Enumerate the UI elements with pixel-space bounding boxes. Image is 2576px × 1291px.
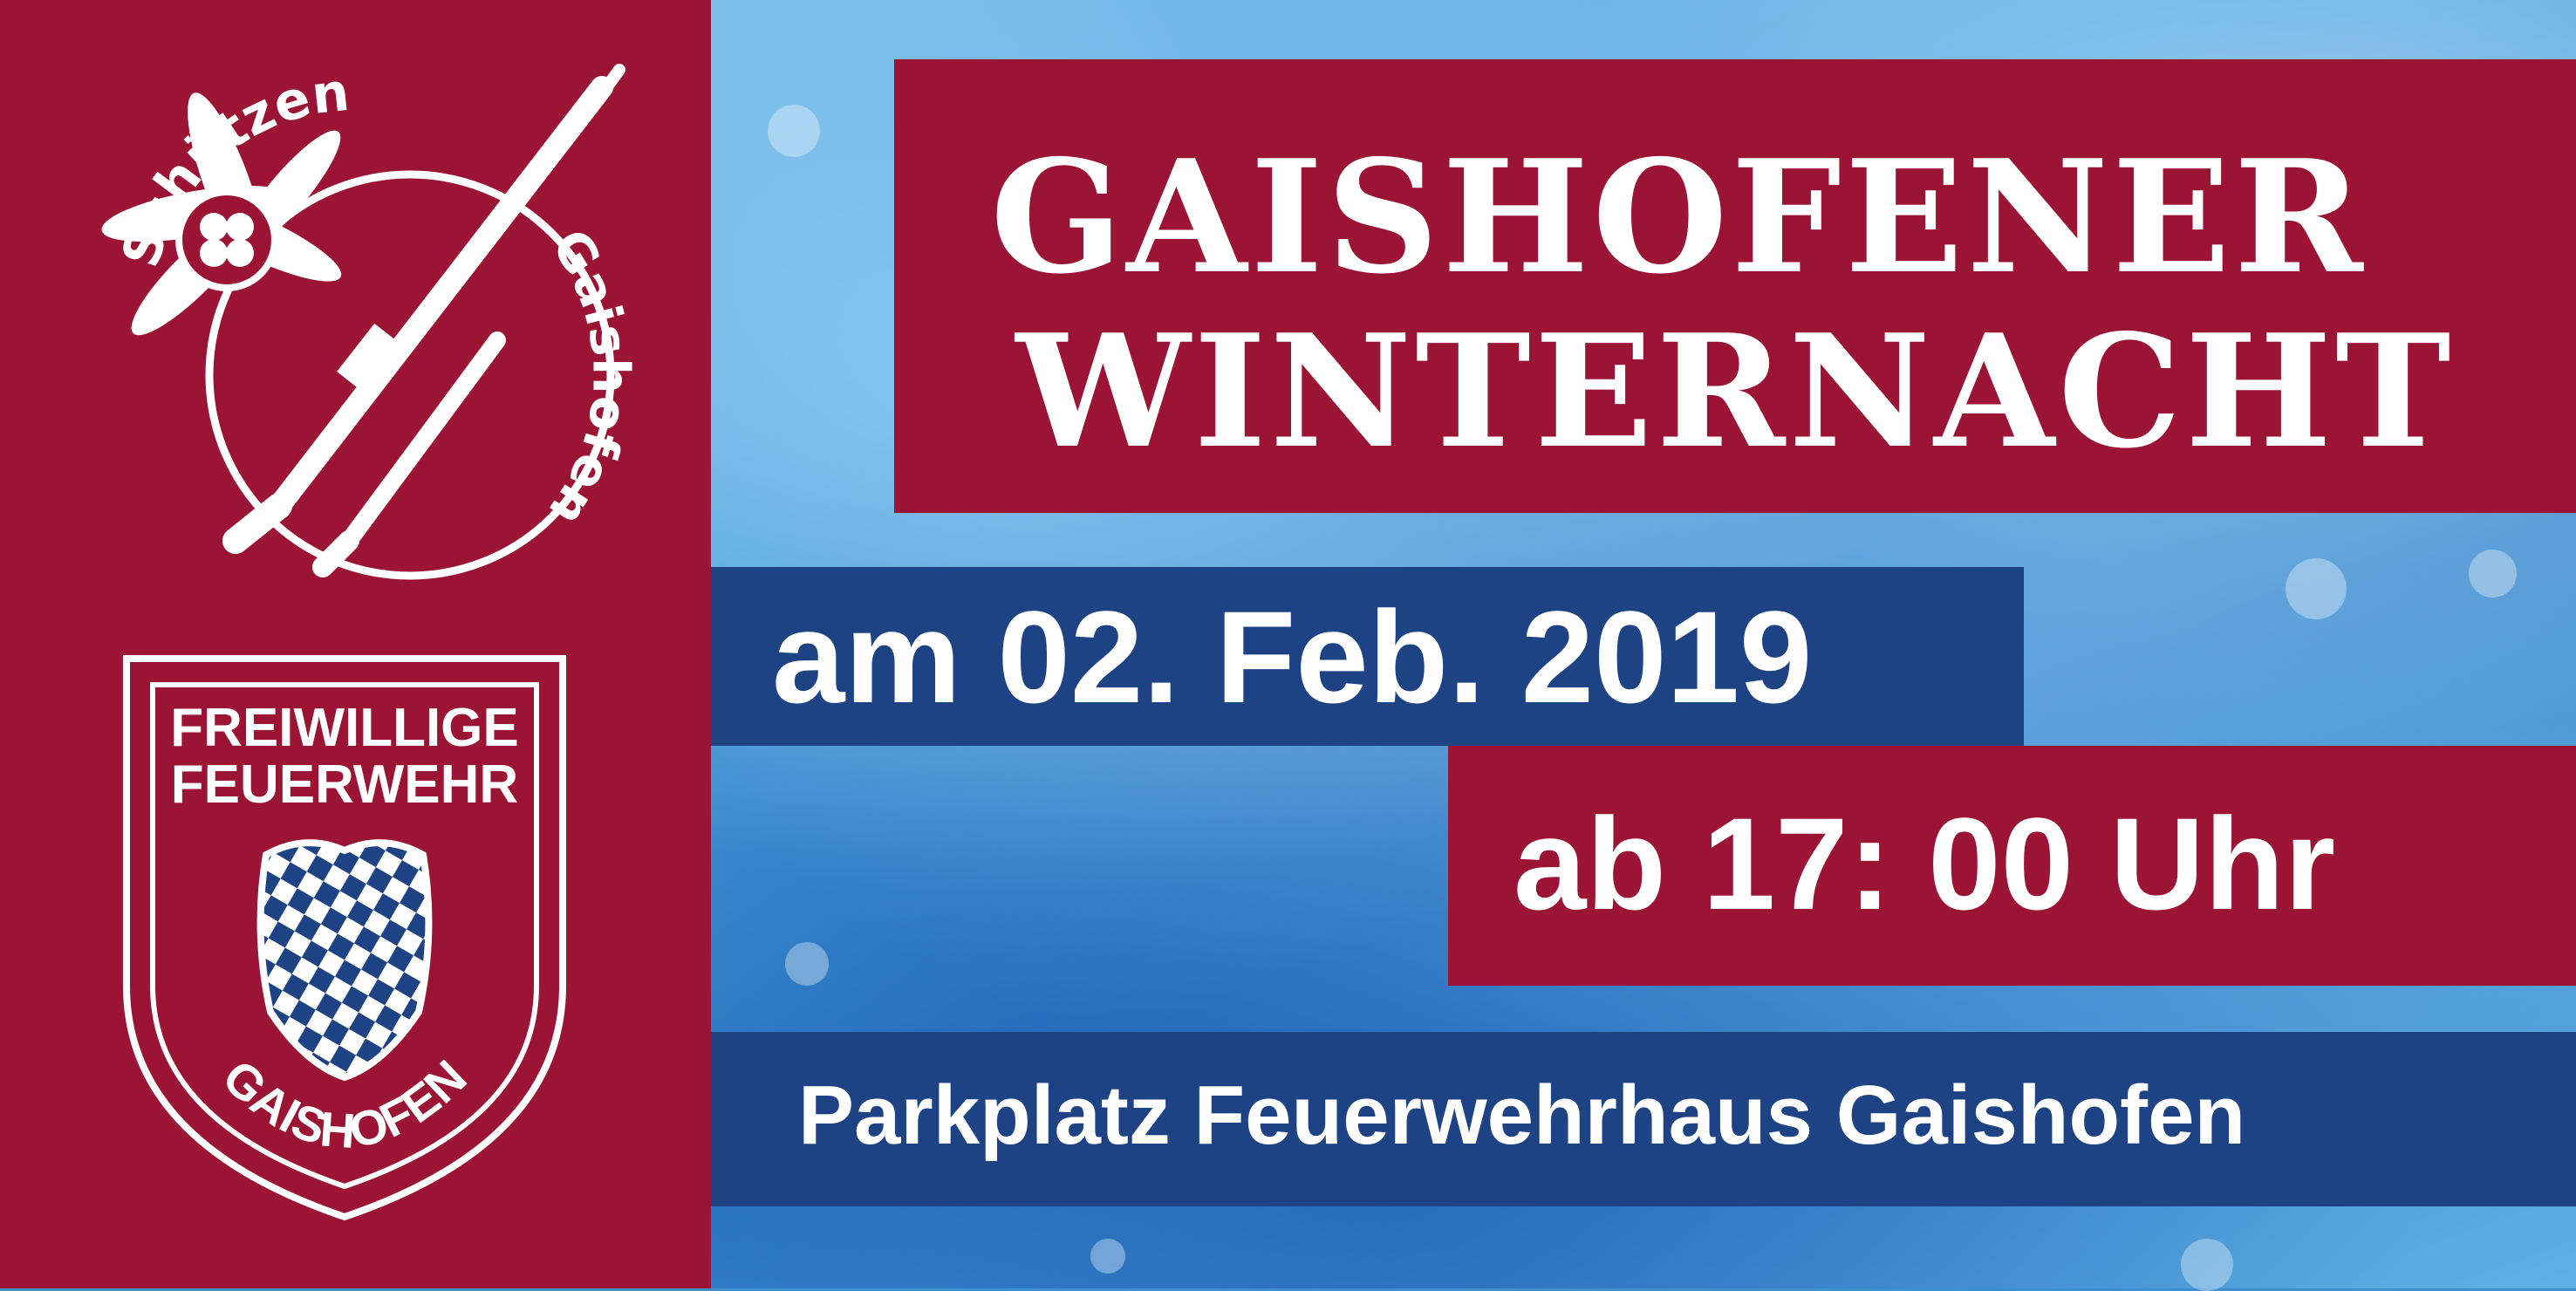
bokeh-light bbox=[2286, 558, 2347, 619]
logo-word-gaishofen: Gaishofen bbox=[537, 219, 641, 537]
date-banner: am 02. Feb. 2019 bbox=[711, 567, 2024, 746]
feuerwehr-logo: FREIWILLIGE FEUERWEHR GAISHOFEN bbox=[123, 655, 566, 1221]
title-line-1: GAISHOFENER bbox=[990, 126, 2367, 308]
bokeh-light bbox=[785, 942, 829, 986]
svg-text:Gaishofen: Gaishofen bbox=[537, 219, 641, 537]
bokeh-light bbox=[2469, 550, 2517, 598]
bokeh-light bbox=[1090, 1239, 1125, 1274]
title-banner: GAISHOFENER WINTERNACHT bbox=[894, 59, 2576, 513]
bokeh-light bbox=[2181, 1239, 2233, 1291]
location-banner: Parkplatz Feuerwehrhaus Gaishofen bbox=[711, 1032, 2576, 1206]
event-date: am 02. Feb. 2019 bbox=[772, 584, 1813, 730]
schuetzen-logo: Schützen Gaishofen bbox=[101, 62, 641, 580]
left-sidebar: Schützen Gaishofen FREIWILLIGE FEUERWEHR… bbox=[0, 0, 711, 1288]
bokeh-light bbox=[768, 105, 820, 157]
time-banner: ab 17: 00 Uhr bbox=[1448, 746, 2576, 986]
title-line-2: WINTERNACHT bbox=[1015, 300, 2455, 482]
logo-line-feuerwehr: FEUERWEHR bbox=[171, 755, 518, 815]
logo-line-freiwillige: FREIWILLIGE bbox=[170, 698, 519, 758]
event-location: Parkplatz Feuerwehrhaus Gaishofen bbox=[798, 1069, 2246, 1162]
event-time: ab 17: 00 Uhr bbox=[1513, 790, 2336, 937]
